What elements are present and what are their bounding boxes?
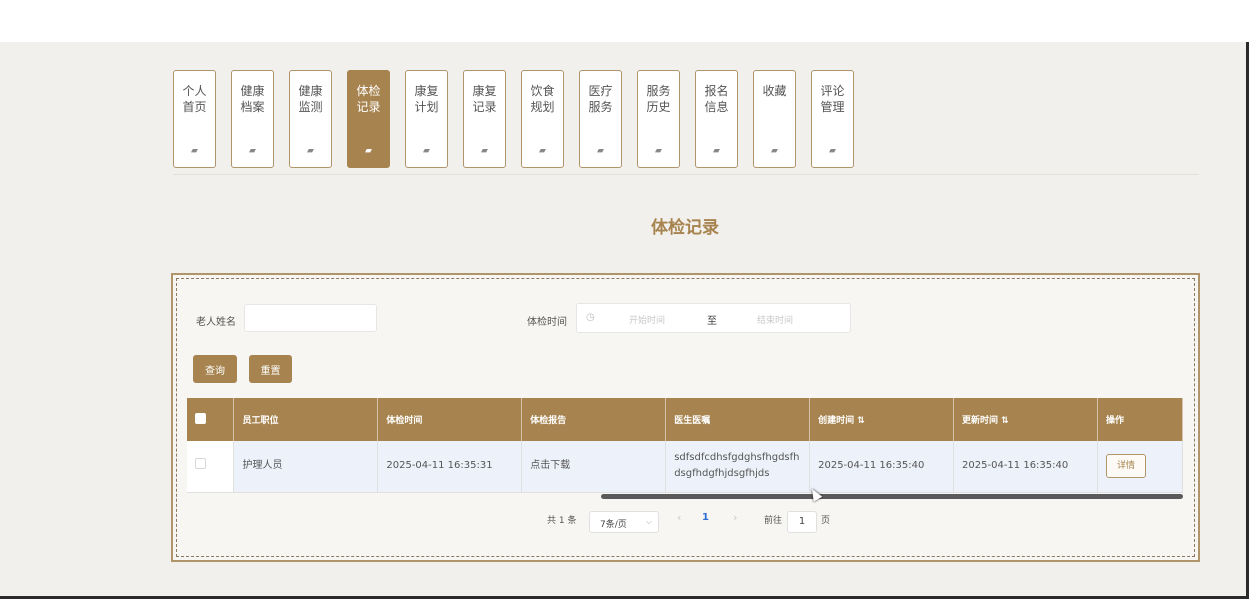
nav-label: 饮食规划 [530,84,555,114]
nav-tile-home[interactable]: 个人首页 ▰ [173,70,216,168]
nav-label: 健康档案 [240,84,265,114]
row-select-cell[interactable] [187,441,235,493]
action-cell: 详情 [1097,441,1184,493]
prev-page-icon[interactable]: ‹ [677,511,681,524]
nav-label: 收藏 [762,84,787,98]
nav-tile-diet-plan[interactable]: 饮食规划 ▰ [521,70,564,168]
page-title: 体检记录 [651,218,719,238]
reset-button[interactable]: 重置 [249,355,292,383]
select-all-checkbox[interactable] [195,412,206,424]
report-download-link[interactable]: 点击下载 [521,441,667,493]
table-row: 护理人员 2025-04-11 16:35:31 点击下载 sdfsdfcdhs… [187,441,1184,493]
column-header: 操作 [1097,398,1184,441]
clock-icon: ◷ [586,312,595,323]
nav-tile-rehab-plan[interactable]: 康复计划 ▰ [405,70,448,168]
page-unit-label: 页 [821,516,831,526]
home-icon: ▰ [191,146,198,156]
row-checkbox[interactable] [195,457,206,469]
nav-tile-health-monitor[interactable]: 健康监测 ▰ [289,70,332,168]
range-separator: 至 [707,316,717,327]
home-icon: ▰ [365,146,372,156]
goto-page-input[interactable]: 1 [787,511,817,533]
nav-label: 健康监测 [298,84,323,114]
sortable-column-header[interactable]: 创建时间 ⇅ [809,398,955,441]
advice-cell: sdfsdfcdhsfgdghsfhgdsfh dsgfhdgfhjdsgfhj… [665,441,811,493]
top-bar [0,0,1249,42]
nav-label: 医疗服务 [588,84,613,114]
table-header-row: 员工职位 体检时间 体检报告 医生医嘱 创建时间 ⇅ 更新时间 ⇅ 操作 [187,398,1184,441]
created-time-cell: 2025-04-11 16:35:40 [809,441,955,493]
nav-tile-service-history[interactable]: 服务历史 ▰ [637,70,680,168]
home-icon: ▰ [423,146,430,156]
column-header: 体检时间 [377,398,523,441]
goto-label: 前往 [764,516,783,526]
elder-name-label: 老人姓名 [196,317,236,328]
current-page-number[interactable]: 1 [702,512,709,523]
elder-name-input[interactable] [244,304,377,332]
sortable-column-header[interactable]: 更新时间 ⇅ [953,398,1098,441]
start-time-placeholder[interactable]: 开始时间 [629,313,665,326]
home-icon: ▰ [771,146,778,156]
exam-time-cell: 2025-04-11 16:35:31 [377,441,523,493]
table-horizontal-scrollbar[interactable] [601,494,1183,499]
home-icon: ▰ [481,146,488,156]
updated-time-cell: 2025-04-11 16:35:40 [953,441,1098,493]
home-icon: ▰ [307,146,314,156]
search-button[interactable]: 查询 [193,355,237,383]
nav-tile-health-file[interactable]: 健康档案 ▰ [231,70,274,168]
exam-time-label: 体检时间 [527,317,567,328]
divider [173,174,1199,175]
nav-tile-comments[interactable]: 评论管理 ▰ [811,70,854,168]
home-icon: ▰ [249,146,256,156]
nav-tile-rehab-record[interactable]: 康复记录 ▰ [463,70,506,168]
home-icon: ▰ [597,146,604,156]
home-icon: ▰ [829,146,836,156]
next-page-icon[interactable]: › [733,511,737,524]
detail-button[interactable]: 详情 [1105,454,1146,479]
nav-tile-medical-service[interactable]: 医疗服务 ▰ [579,70,622,168]
position-cell: 护理人员 [233,441,379,493]
home-icon: ▰ [713,146,720,156]
nav-tile-registration[interactable]: 报名信息 ▰ [695,70,738,168]
nav-label: 康复计划 [414,84,439,114]
exam-record-table: 员工职位 体检时间 体检报告 医生医嘱 创建时间 ⇅ 更新时间 ⇅ 操作 护理人… [187,398,1184,493]
pagination-total: 共 1 条 [547,516,577,526]
home-icon: ▰ [655,146,662,156]
nav-tile-favorites[interactable]: 收藏 ▰ [753,70,796,168]
column-header: 体检报告 [521,398,667,441]
nav-label: 评论管理 [820,84,845,114]
home-icon: ▰ [539,146,546,156]
select-all-cell[interactable] [187,398,235,441]
page-size-value: 7条/页 [600,520,627,530]
nav-label: 服务历史 [646,84,671,114]
end-time-placeholder[interactable]: 结束时间 [757,313,793,326]
page-size-select[interactable]: 7条/页 ⌵ [589,511,659,533]
exam-time-range-picker[interactable]: ◷ 开始时间 至 结束时间 [576,303,851,333]
nav-label: 体检记录 [356,84,381,114]
column-header: 员工职位 [233,398,379,441]
nav-label: 报名信息 [704,84,729,114]
chevron-down-icon: ⌵ [645,517,652,526]
nav-tile-exam-record[interactable]: 体检记录 ▰ [347,70,390,168]
section-nav: 个人首页 ▰ 健康档案 ▰ 健康监测 ▰ 体检记录 ▰ 康复计划 ▰ 康复记录 … [173,70,854,168]
nav-label: 个人首页 [182,84,207,114]
column-header: 医生医嘱 [665,398,811,441]
nav-label: 康复记录 [472,84,497,114]
